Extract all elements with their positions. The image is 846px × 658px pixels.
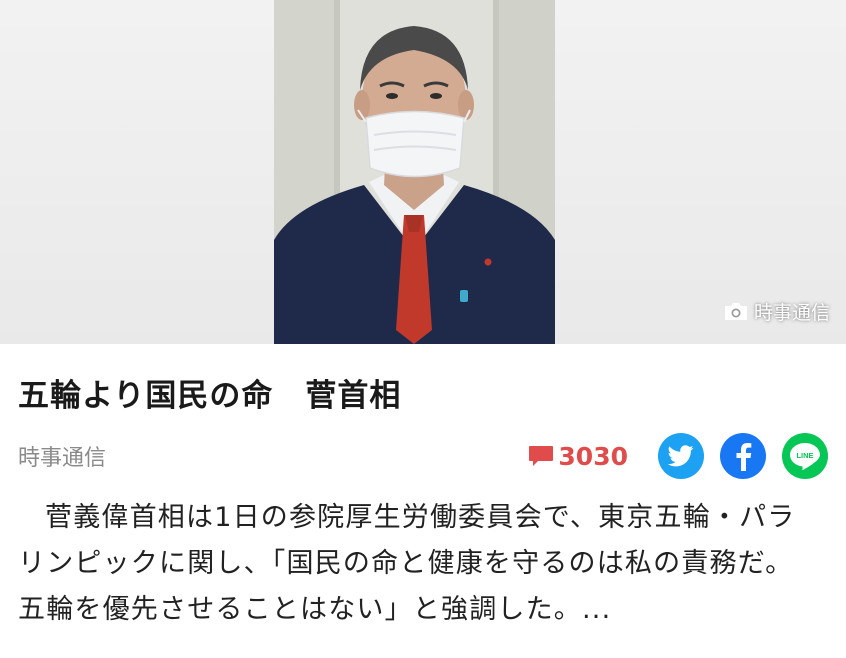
- facebook-icon: [736, 443, 752, 471]
- article-headline[interactable]: 五輪より国民の命 菅首相: [18, 370, 828, 415]
- comment-icon: [529, 446, 554, 466]
- twitter-icon: [668, 445, 694, 467]
- comment-count: 3030: [558, 441, 628, 471]
- line-icon: LINE: [790, 443, 820, 470]
- photo-credit-text: 時事通信: [753, 302, 830, 324]
- camera-icon: [724, 303, 747, 320]
- article-body[interactable]: 菅義偉首相は1日の参院厚生労働委員会で、東京五輪・パラリンピックに関し、「国民の…: [18, 495, 818, 633]
- line-icon-text: LINE: [796, 451, 813, 460]
- share-twitter-button[interactable]: [658, 433, 704, 479]
- article-photo[interactable]: [274, 0, 555, 344]
- share-line-button[interactable]: LINE: [782, 433, 828, 479]
- article-page: 時事通信 五輪より国民の命 菅首相 時事通信 3030 LINE 菅義偉首相は1…: [0, 0, 846, 658]
- article-meta-row: 時事通信 3030 LINE: [18, 432, 828, 480]
- comment-count-button[interactable]: 3030: [528, 442, 628, 471]
- share-facebook-button[interactable]: [720, 433, 766, 479]
- person-photo-illustration: [274, 0, 555, 344]
- article-hero[interactable]: 時事通信: [0, 0, 846, 344]
- photo-credit: 時事通信: [724, 298, 830, 325]
- article-source: 時事通信: [18, 446, 107, 471]
